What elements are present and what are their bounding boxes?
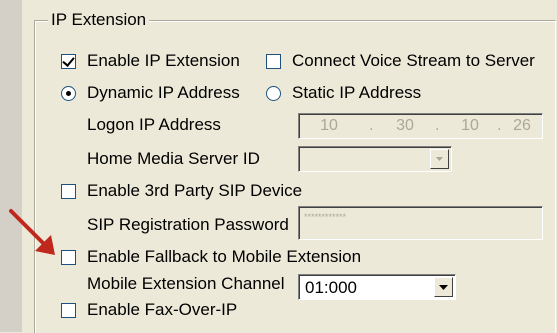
chevron-down-icon[interactable] (434, 277, 453, 297)
static-ip-label: Static IP Address (292, 83, 422, 102)
enable-fallback-label: Enable Fallback to Mobile Extension (87, 247, 362, 266)
ip-dot-1: . (369, 117, 374, 134)
sip-password-label: SIP Registration Password (87, 215, 289, 234)
ip-octet-2: 30 (396, 117, 414, 134)
mobile-channel-label: Mobile Extension Channel (87, 274, 285, 293)
enable-fallback-checkbox[interactable] (61, 250, 76, 265)
ip-octet-4: 26 (513, 117, 531, 134)
home-media-server-label: Home Media Server ID (87, 149, 260, 168)
enable-fax-over-ip-checkbox[interactable] (61, 303, 76, 318)
sip-password-input[interactable]: ************ (298, 206, 543, 240)
dynamic-ip-radio[interactable] (61, 86, 76, 101)
logon-ip-label: Logon IP Address (87, 115, 221, 134)
enable-ip-extension-checkbox[interactable] (61, 54, 76, 69)
ip-octet-3: 10 (461, 117, 479, 134)
enable-3rd-party-sip-label: Enable 3rd Party SIP Device (87, 181, 303, 200)
chevron-down-icon[interactable] (430, 149, 449, 169)
enable-fax-over-ip-label: Enable Fax-Over-IP (87, 300, 238, 319)
group-title: IP Extension (48, 9, 150, 31)
enable-3rd-party-sip-checkbox[interactable] (61, 184, 76, 199)
mobile-channel-dropdown[interactable]: 01:000 (298, 274, 456, 300)
sip-password-masked-value: ************ (304, 212, 347, 222)
home-media-server-dropdown[interactable] (298, 146, 452, 172)
static-ip-radio[interactable] (266, 86, 281, 101)
enable-ip-extension-label: Enable IP Extension (87, 51, 240, 70)
ip-dot-3: . (497, 117, 502, 134)
logon-ip-input[interactable]: 10 . 30 . 10 . 26 (298, 113, 543, 139)
mobile-channel-value: 01:000 (305, 278, 357, 297)
dynamic-ip-label: Dynamic IP Address (87, 83, 240, 102)
ip-dot-2: . (435, 117, 440, 134)
connect-voice-stream-label: Connect Voice Stream to Server (292, 51, 535, 70)
connect-voice-stream-checkbox[interactable] (266, 54, 281, 69)
ip-octet-1: 10 (320, 117, 338, 134)
red-arrow-icon (9, 209, 55, 255)
